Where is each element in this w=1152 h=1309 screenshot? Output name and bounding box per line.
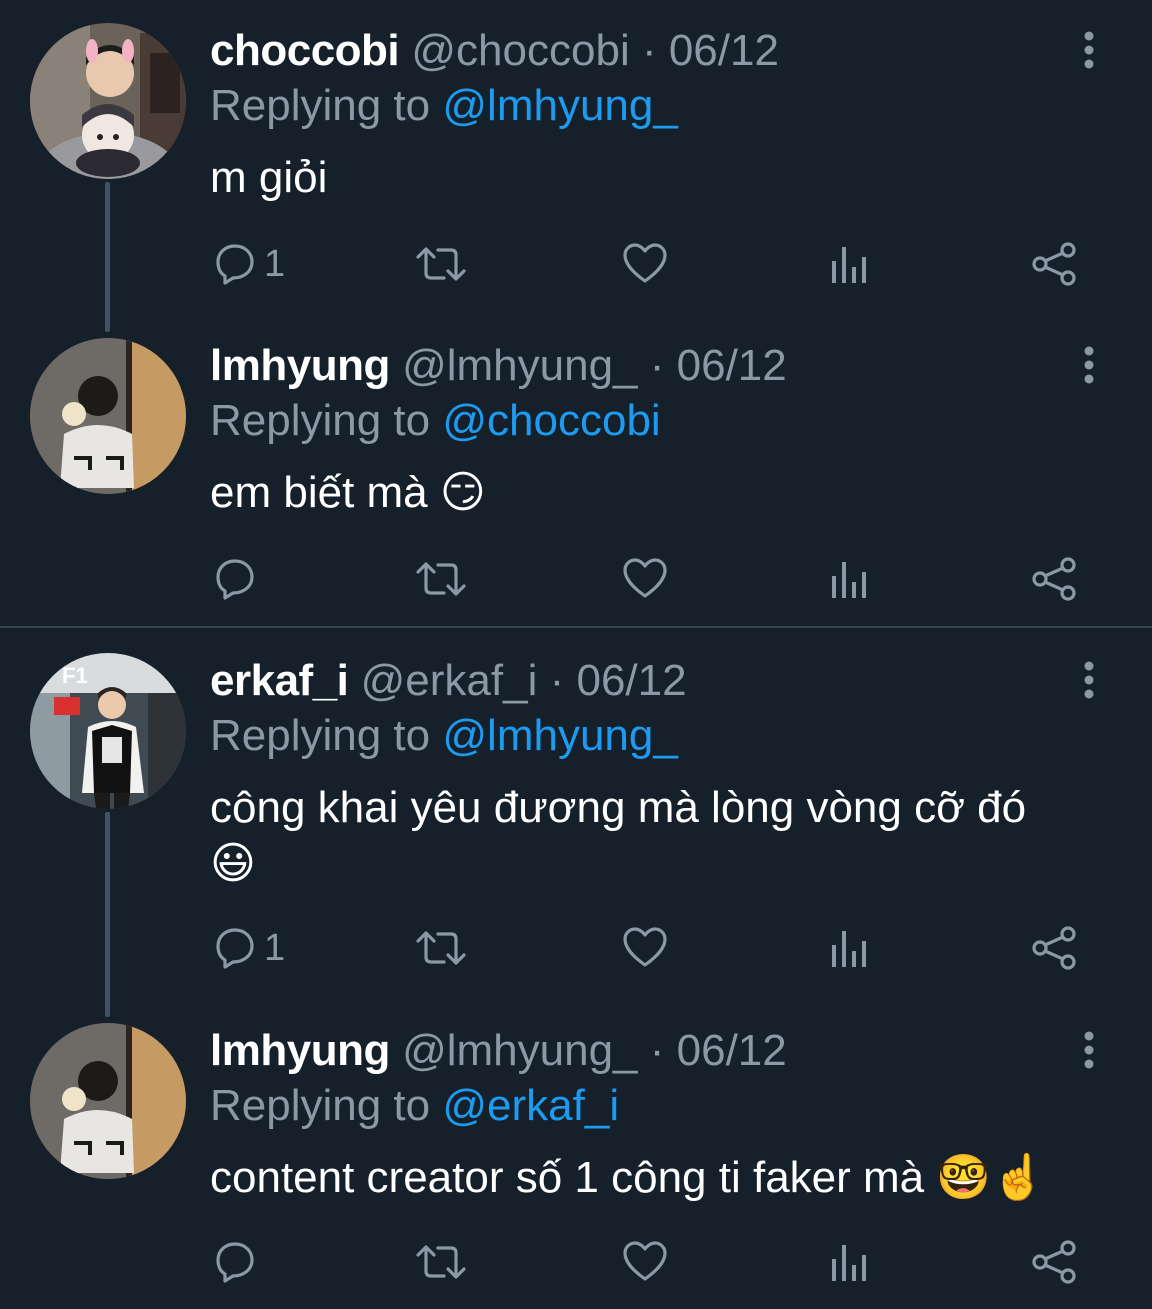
- share-button[interactable]: [1030, 234, 1078, 294]
- tweet[interactable]: lmhyung @lmhyung_ · 06/12 Replying to @c…: [0, 315, 1152, 626]
- share-icon: [1032, 1240, 1076, 1284]
- handle[interactable]: @erkaf_i: [361, 656, 538, 705]
- tweet-text: m giỏi: [210, 150, 1110, 206]
- retweet-icon: [416, 562, 466, 596]
- action-bar: [0, 1232, 1152, 1292]
- like-button[interactable]: [622, 918, 668, 978]
- reply-count: 1: [264, 926, 286, 969]
- reply-icon: [216, 928, 254, 969]
- tweet-text-content: công khai yêu đương mà lòng vòng cỡ đó: [210, 783, 1027, 832]
- more-vertical-icon[interactable]: [1076, 660, 1102, 700]
- like-icon: [623, 558, 667, 598]
- tweet-text: content creator số 1 công ti faker mà 🤓☝…: [210, 1150, 1130, 1206]
- retweet-button[interactable]: [414, 918, 468, 978]
- tweet-text: em biết mà 😏: [210, 465, 1110, 521]
- tweet[interactable]: F1 erkaf_i @erkaf_i · 06/12 Replying to …: [0, 630, 1152, 1002]
- reply-icon: [216, 244, 254, 285]
- reply-button[interactable]: 1: [212, 234, 285, 294]
- tweet-emoji: 😃: [210, 839, 256, 888]
- mention-link[interactable]: @lmhyung_: [442, 81, 677, 130]
- timestamp[interactable]: · 06/12: [650, 1026, 787, 1075]
- replying-prefix: Replying to: [210, 81, 431, 130]
- mention-link[interactable]: @lmhyung_: [442, 711, 677, 760]
- retweet-icon: [416, 931, 466, 965]
- more-vertical-icon[interactable]: [1076, 1030, 1102, 1070]
- tweet-text-content: content creator số 1 công ti faker mà: [210, 1153, 925, 1202]
- thread-divider: [0, 626, 1152, 628]
- avatar[interactable]: [30, 1023, 186, 1179]
- share-icon: [1032, 926, 1076, 970]
- tweet-text: công khai yêu đương mà lòng vòng cỡ đó 😃: [210, 780, 1070, 892]
- timestamp[interactable]: · 06/12: [642, 26, 779, 75]
- replying-to: Replying to @lmhyung_: [210, 711, 678, 761]
- views-button[interactable]: [830, 1232, 870, 1292]
- handle[interactable]: @lmhyung_: [402, 341, 637, 390]
- views-button[interactable]: [830, 549, 870, 609]
- like-button[interactable]: [622, 1232, 668, 1292]
- tweet-text-content: m giỏi: [210, 153, 328, 202]
- views-icon: [832, 562, 866, 598]
- reply-button[interactable]: [212, 1232, 264, 1292]
- replying-prefix: Replying to: [210, 711, 431, 760]
- retweet-button[interactable]: [414, 1232, 468, 1292]
- reply-count: 1: [264, 242, 286, 285]
- share-button[interactable]: [1030, 918, 1078, 978]
- more-vertical-icon[interactable]: [1076, 30, 1102, 70]
- mention-link[interactable]: @choccobi: [442, 396, 660, 445]
- replying-to: Replying to @erkaf_i: [210, 1081, 619, 1131]
- display-name[interactable]: lmhyung: [210, 1026, 390, 1075]
- views-button[interactable]: [830, 234, 870, 294]
- handle[interactable]: @lmhyung_: [402, 1026, 637, 1075]
- handle[interactable]: @choccobi: [411, 26, 629, 75]
- mention-link[interactable]: @erkaf_i: [442, 1081, 619, 1130]
- action-bar: [0, 549, 1152, 609]
- avatar[interactable]: F1: [30, 653, 186, 809]
- like-button[interactable]: [622, 549, 668, 609]
- tweet-text-content: em biết mà: [210, 468, 428, 517]
- share-icon: [1032, 242, 1076, 286]
- like-icon: [623, 243, 667, 283]
- tweet-header: choccobi @choccobi · 06/12: [210, 26, 779, 76]
- share-button[interactable]: [1030, 549, 1078, 609]
- replying-to: Replying to @choccobi: [210, 396, 661, 446]
- more-vertical-icon[interactable]: [1076, 345, 1102, 385]
- tweet-header: erkaf_i @erkaf_i · 06/12: [210, 656, 687, 706]
- replying-prefix: Replying to: [210, 1081, 431, 1130]
- tweet[interactable]: lmhyung @lmhyung_ · 06/12 Replying to @e…: [0, 1000, 1152, 1309]
- tweet-emoji: 😏: [439, 468, 486, 517]
- timestamp[interactable]: · 06/12: [550, 656, 687, 705]
- action-bar: 1: [0, 918, 1152, 978]
- avatar[interactable]: [30, 23, 186, 179]
- views-icon: [832, 931, 866, 967]
- reply-button[interactable]: 1: [212, 918, 285, 978]
- action-bar: 1: [0, 234, 1152, 294]
- views-icon: [832, 247, 866, 283]
- replying-prefix: Replying to: [210, 396, 431, 445]
- tweet-header: lmhyung @lmhyung_ · 06/12: [210, 1026, 787, 1076]
- share-button[interactable]: [1030, 1232, 1078, 1292]
- display-name[interactable]: choccobi: [210, 26, 400, 75]
- tweet-header: lmhyung @lmhyung_ · 06/12: [210, 341, 787, 391]
- like-icon: [623, 927, 667, 967]
- views-button[interactable]: [830, 918, 870, 978]
- svg-text:F1: F1: [62, 663, 88, 688]
- tweet-emoji: 🤓☝️: [936, 1153, 1046, 1202]
- reply-icon: [216, 1242, 254, 1283]
- retweet-button[interactable]: [414, 234, 468, 294]
- timestamp[interactable]: · 06/12: [650, 341, 787, 390]
- retweet-icon: [416, 247, 466, 281]
- replying-to: Replying to @lmhyung_: [210, 81, 678, 131]
- retweet-icon: [416, 1245, 466, 1279]
- reply-icon: [216, 559, 254, 600]
- share-icon: [1032, 557, 1076, 601]
- avatar[interactable]: [30, 338, 186, 494]
- retweet-button[interactable]: [414, 549, 468, 609]
- display-name[interactable]: erkaf_i: [210, 656, 349, 705]
- views-icon: [832, 1245, 866, 1281]
- display-name[interactable]: lmhyung: [210, 341, 390, 390]
- reply-button[interactable]: [212, 549, 264, 609]
- like-icon: [623, 1241, 667, 1281]
- tweet[interactable]: choccobi @choccobi · 06/12 Replying to @…: [0, 0, 1152, 315]
- like-button[interactable]: [622, 234, 668, 294]
